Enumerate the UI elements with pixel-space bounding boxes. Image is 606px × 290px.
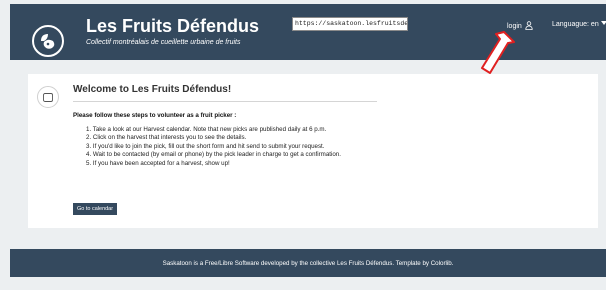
footer-text: Saskatoon is a Free/Libre Software devel… — [162, 259, 454, 267]
site-title[interactable]: Les Fruits Défendus — [86, 16, 259, 37]
welcome-card: Welcome to Les Fruits Défendus! Please f… — [28, 74, 598, 228]
url-field[interactable]: https://saskatoon.lesfruitsdefendus.org/ — [292, 17, 408, 31]
step-item: 1. Take a look at our Harvest calendar. … — [86, 126, 327, 133]
go-to-calendar-button[interactable]: Go to calendar — [73, 203, 118, 215]
language-label: Languague: en — [552, 21, 599, 28]
step-item: 2. Click on the harvest that interests y… — [86, 134, 247, 142]
step-item: 4. Wait to be contacted (by email or pho… — [86, 151, 341, 159]
fruit-logo-icon[interactable] — [32, 25, 64, 57]
instructions-heading: Please follow these steps to volunteer a… — [73, 112, 237, 119]
message-icon — [37, 86, 59, 108]
site-footer: Saskatoon is a Free/Libre Software devel… — [10, 249, 606, 277]
caret-down-icon — [600, 21, 606, 28]
user-icon — [525, 21, 533, 32]
login-label: login — [507, 23, 522, 30]
step-item: 3. If you'd like to join the pick, fill … — [86, 142, 325, 150]
steps-list: 1. Take a look at our Harvest calendar. … — [86, 126, 341, 168]
welcome-title: Welcome to Les Fruits Défendus! — [73, 84, 232, 95]
step-item: 5. If you have been accepted for a harve… — [86, 159, 230, 167]
site-subtitle: Collectif montréalais de cueillette urba… — [86, 39, 241, 46]
language-selector[interactable]: Languague: en — [552, 21, 606, 28]
annotation-arrow-icon — [481, 31, 515, 74]
divider — [73, 101, 377, 102]
